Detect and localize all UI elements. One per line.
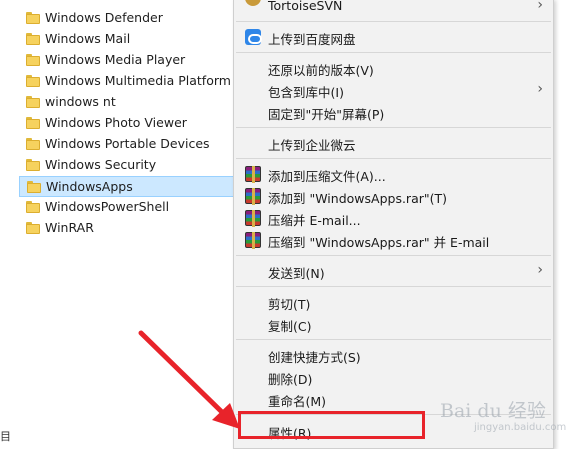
watermark-logo-text: Bai du 经验 bbox=[440, 400, 546, 422]
annotation-arrow bbox=[138, 330, 240, 429]
watermark: Bai du 经验 jingyan.baidu.com bbox=[438, 396, 568, 440]
watermark-url: jingyan.baidu.com bbox=[474, 422, 567, 433]
arrow-shaft bbox=[138, 330, 229, 419]
